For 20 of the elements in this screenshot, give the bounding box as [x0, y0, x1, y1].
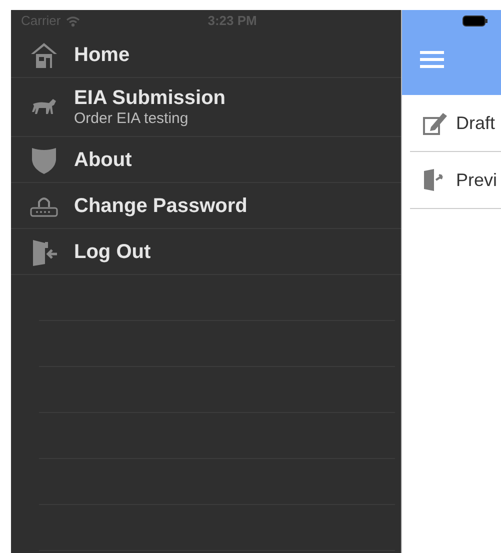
- list-item[interactable]: Previ: [410, 152, 501, 209]
- menu-item-subtitle: Order EIA testing: [74, 110, 190, 128]
- menu-item-label: Log Out: [74, 240, 151, 264]
- list-item-label: Previ: [456, 168, 498, 192]
- list-item-label: Draft: [456, 112, 496, 134]
- menu-item-label: About: [74, 148, 132, 172]
- menu-icon: [420, 50, 444, 68]
- list-item[interactable]: Draft: [410, 95, 501, 152]
- menu-item[interactable]: Home: [11, 32, 401, 78]
- battery-icon: [462, 15, 488, 27]
- menu-button[interactable]: [420, 50, 444, 68]
- menu-item[interactable]: Log Out: [11, 229, 401, 275]
- menu-item[interactable]: About: [11, 137, 401, 183]
- menu-item-label: EIA Submission: [74, 86, 226, 110]
- menu-item[interactable]: EIA Submission Order EIA testing: [11, 78, 401, 137]
- menu-item[interactable]: Change Password: [11, 183, 401, 229]
- wifi-icon: [66, 16, 80, 26]
- menu-item-label: Home: [74, 42, 130, 66]
- menu-item-label: Change Password: [74, 194, 248, 218]
- edit-icon: [422, 110, 448, 136]
